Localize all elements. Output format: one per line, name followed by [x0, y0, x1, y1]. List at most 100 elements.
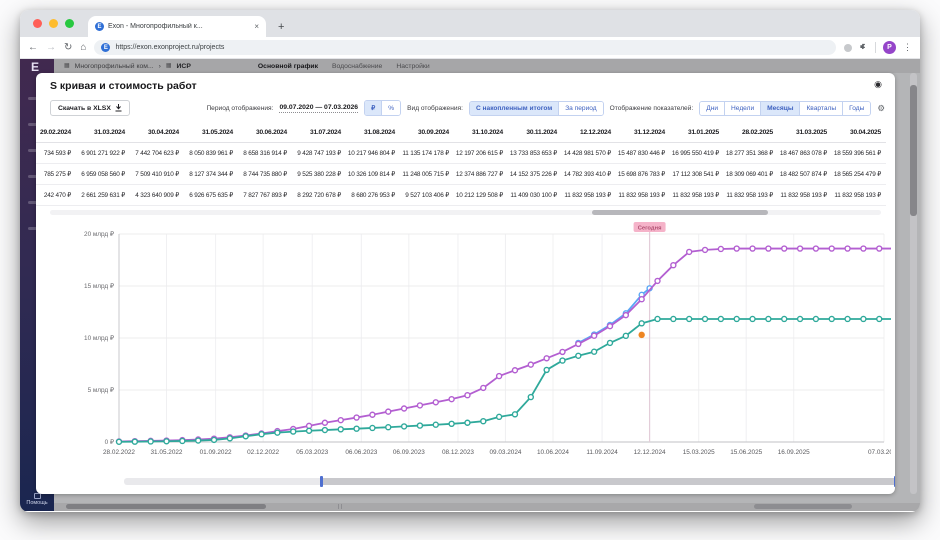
series-teal-marker: [210, 436, 218, 444]
series-teal-marker: [179, 437, 186, 445]
table-cell: 11 832 958 193 ₽: [616, 185, 670, 206]
series-teal-marker: [606, 339, 614, 347]
granularity-option-2[interactable]: Месяцы: [760, 101, 800, 115]
table-cell: 10 212 129 508 ₽: [454, 185, 508, 206]
series-purple-marker: [464, 391, 471, 399]
series-teal-marker: [369, 424, 376, 432]
series-teal-marker: [163, 438, 170, 445]
breadcrumb-project[interactable]: Многопрофильный ком...: [75, 63, 154, 70]
series-teal-marker: [701, 315, 709, 323]
x-tick-label: 08.12.2023: [442, 449, 474, 456]
series-purple-marker: [860, 245, 867, 252]
granularity-option-4[interactable]: Годы: [842, 101, 871, 115]
series-teal-marker: [321, 426, 329, 434]
table-column-header: 30.09.2024: [400, 123, 454, 143]
series-purple-marker: [828, 245, 835, 252]
app-tab-0[interactable]: Основной график: [258, 63, 318, 70]
series-purple-marker: [781, 245, 788, 252]
table-cell: 11 832 958 193 ₽: [778, 185, 832, 206]
extensions-icon[interactable]: [859, 43, 868, 52]
series-teal: [115, 315, 895, 445]
page-bottom-scrollbar: [54, 503, 920, 511]
table-cell: 14 152 375 226 ₽: [508, 164, 562, 185]
home-icon[interactable]: ⌂: [80, 42, 86, 53]
series-purple-marker: [876, 245, 883, 252]
y-tick-label: 20 млрд ₽: [84, 231, 114, 238]
table-cell: 18 482 507 874 ₽: [778, 164, 832, 185]
series-purple-marker: [844, 245, 851, 252]
series-purple-marker: [606, 322, 614, 330]
series-purple-marker: [527, 361, 535, 368]
window-zoom-button[interactable]: [65, 19, 74, 28]
browser-tab[interactable]: E Exon - Многопрофильный к... ×: [88, 16, 266, 37]
bottom-scrollbar-thumb[interactable]: [754, 504, 852, 509]
brush-right-handle[interactable]: [894, 476, 895, 487]
table-cell: 734 593 ₽: [36, 143, 76, 164]
forward-icon[interactable]: →: [46, 42, 56, 53]
help-label: Помощь: [26, 500, 48, 506]
brush-left-handle[interactable]: [320, 476, 323, 487]
brush-selected-range[interactable]: [322, 478, 895, 485]
menu-kebab-icon[interactable]: ⋮: [903, 42, 912, 53]
series-teal-marker: [575, 352, 582, 359]
granularity-option-1[interactable]: Недели: [724, 101, 761, 115]
series-teal-marker: [685, 315, 693, 323]
series-teal-marker: [765, 315, 772, 323]
scrollbar-grip: [338, 504, 339, 509]
table-cell: 14 782 393 410 ₽: [562, 164, 616, 185]
table-column-header: 31.07.2024: [292, 123, 346, 143]
window-minimize-button[interactable]: [49, 19, 58, 28]
chart-gear-icon[interactable]: ⚙: [877, 103, 885, 113]
granularity-option-0[interactable]: Дни: [700, 101, 725, 115]
period-range-value[interactable]: 09.07.2020 — 07.03.2026: [279, 104, 359, 113]
series-teal-marker: [717, 315, 725, 323]
chart-brush[interactable]: [124, 476, 895, 487]
browser-tabstrip: E Exon - Многопрофильный к... × +: [20, 10, 920, 37]
granularity-option-3[interactable]: Кварталы: [799, 101, 843, 115]
app-tab-1[interactable]: Водоснабжение: [332, 63, 382, 70]
series-teal-marker: [432, 421, 439, 428]
series-teal-marker: [622, 332, 630, 340]
currency-option-1[interactable]: %: [381, 101, 401, 115]
series-teal-marker: [305, 427, 313, 434]
currency-option-0[interactable]: ₽: [365, 101, 382, 115]
panel-settings-icon[interactable]: ◉: [874, 80, 882, 89]
currency-toggle: ₽%: [364, 100, 402, 116]
breadcrumb-separator: ›: [158, 62, 161, 70]
tab-title: Exon - Многопрофильный к...: [108, 23, 203, 30]
bottom-scrollbar-thumb[interactable]: [66, 504, 266, 509]
download-icon: [115, 104, 122, 112]
series-teal-marker: [353, 425, 360, 432]
status-circle-icon[interactable]: [844, 43, 852, 52]
scurve-panel: S кривая и стоимость работ ◉ Скачать в X…: [36, 73, 895, 494]
table-cell: 6 901 271 922 ₽: [76, 143, 130, 164]
x-tick-label: 12.12.2024: [634, 449, 666, 456]
scurve-chart: 28.02.2022 31.05.2022 01.09.2022 02.12.2022…: [84, 222, 895, 456]
view-mode-option-1[interactable]: За период: [558, 101, 603, 115]
vertical-scrollbar-thumb[interactable]: [910, 85, 917, 216]
address-bar[interactable]: E https://exon.exonproject.ru/projects: [94, 40, 836, 55]
series-purple-marker: [448, 395, 455, 403]
view-mode-option-0[interactable]: С накопленным итогом: [469, 101, 559, 115]
series-purple-marker: [543, 355, 550, 362]
table-cell: 8 292 720 678 ₽: [292, 185, 346, 206]
window-controls: [33, 19, 74, 28]
window-close-button[interactable]: [33, 19, 42, 28]
series-teal-marker: [226, 435, 234, 442]
table-cell: 9 428 747 193 ₽: [292, 143, 346, 164]
app-tab-2[interactable]: Настройки: [396, 63, 429, 70]
profile-avatar[interactable]: P: [883, 41, 896, 54]
series-purple-marker: [812, 245, 820, 252]
sidebar-item-help[interactable]: Помощь: [20, 493, 54, 506]
table-column-header: 31.01.2025: [670, 123, 724, 143]
tab-close-icon[interactable]: ×: [254, 22, 259, 31]
browser-toolbar: ← → ↻ ⌂ E https://exon.exonproject.ru/pr…: [20, 37, 920, 59]
reload-icon[interactable]: ↻: [64, 42, 72, 53]
new-tab-button[interactable]: +: [278, 22, 284, 33]
table-column-header: 12.12.2024: [562, 123, 616, 143]
table-scrollbar-thumb[interactable]: [592, 210, 768, 215]
download-xlsx-button[interactable]: Скачать в XLSX: [50, 100, 130, 116]
back-icon[interactable]: ←: [28, 42, 38, 53]
table-header-row: 29.02.2024 31.03.2024 30.04.2024 31.05.2024…: [36, 123, 895, 143]
app-top-strip: ▦ Многопрофильный ком... › ▦ ИСР Основно…: [54, 59, 920, 73]
